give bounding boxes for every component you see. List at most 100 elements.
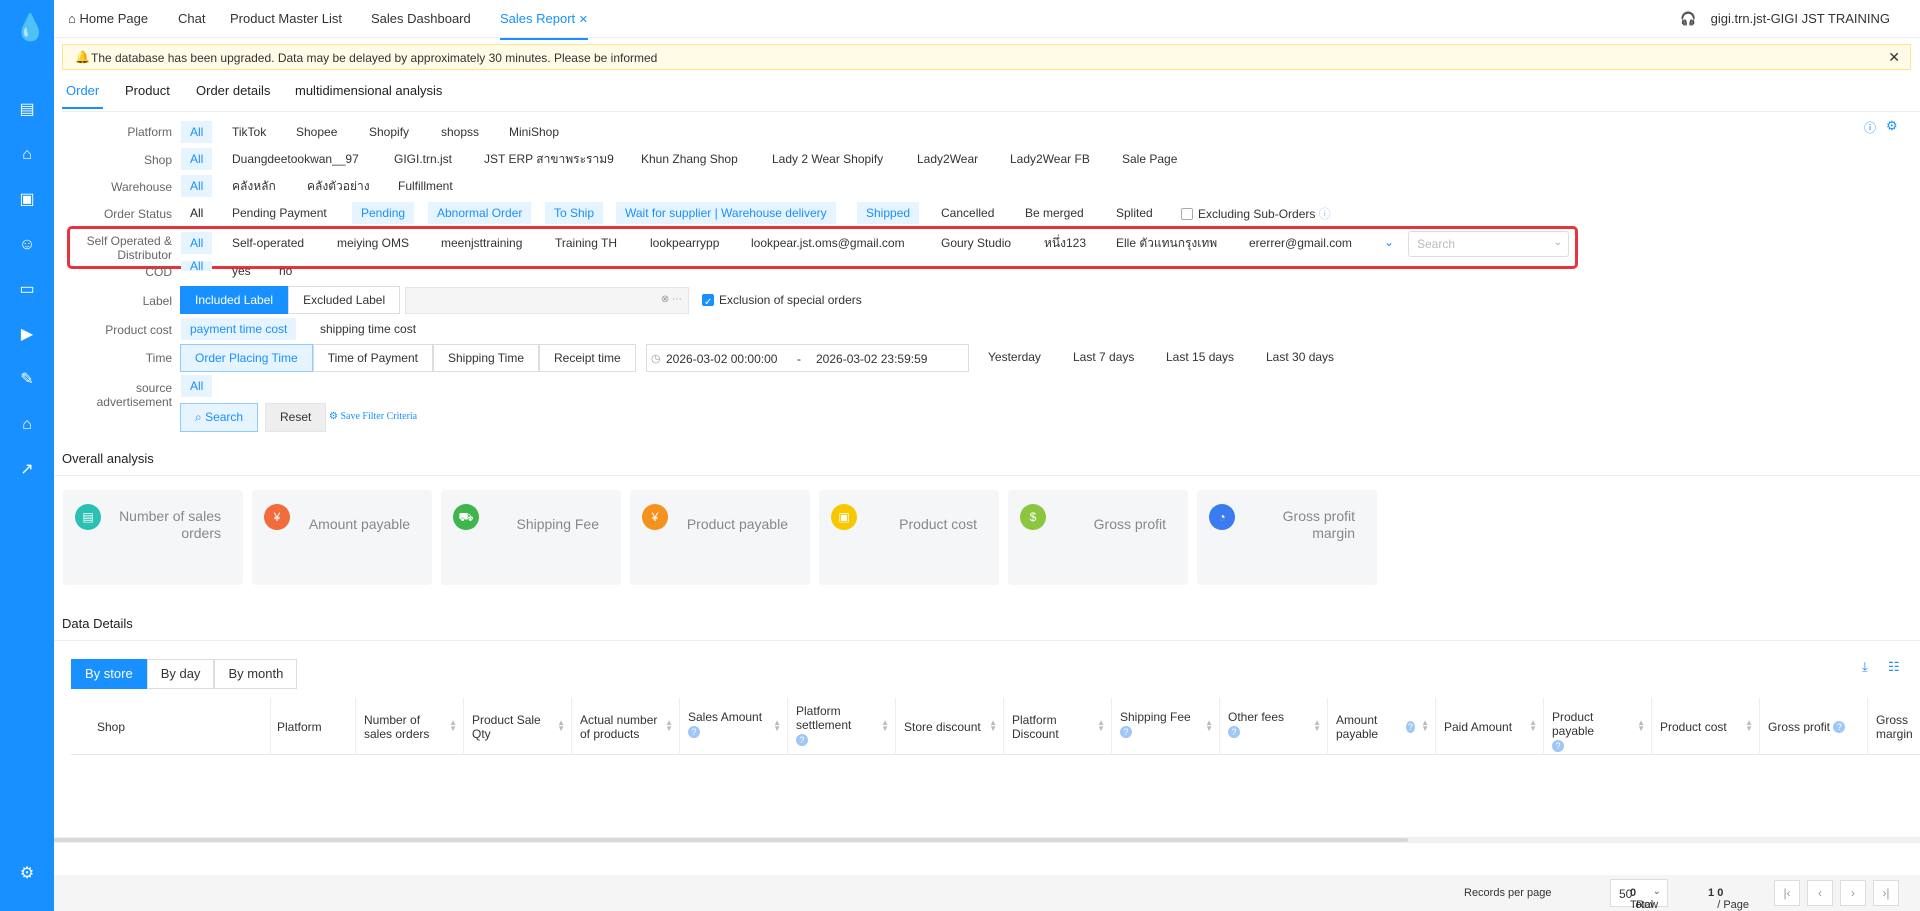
cod-all[interactable]: All — [181, 261, 213, 271]
status-pending[interactable]: Pending — [352, 202, 415, 224]
sort-icon[interactable]: ▲ ▼ — [449, 719, 457, 733]
exclusion-special-orders-checkbox[interactable]: Exclusion of special orders — [693, 289, 871, 314]
home-icon[interactable]: ⌂ — [17, 145, 37, 165]
column-shop[interactable]: Shop — [71, 698, 271, 755]
shipping-time-button[interactable]: Shipping Time — [432, 344, 540, 372]
view-by-month[interactable]: By month — [214, 659, 298, 689]
column-number-of-sales-orders[interactable]: Number of sales orders ▲ ▼ — [356, 698, 464, 755]
download-icon[interactable]: ⤓ — [1862, 659, 1868, 675]
headset-icon[interactable]: 🎧 — [1680, 11, 1696, 26]
sort-icon[interactable]: ▲ ▼ — [1529, 719, 1537, 733]
subtab-product[interactable]: Product — [125, 83, 170, 98]
view-by-store[interactable]: By store — [71, 659, 147, 689]
bag-icon[interactable]: ▣ — [17, 190, 37, 210]
shop-option[interactable]: JST ERP สาขาพระราม9 — [475, 148, 623, 170]
tab-sales-report[interactable]: Sales Report ✕ — [500, 11, 588, 40]
user-menu[interactable]: 🎧 gigi.trn.jst-GIGI JST TRAINING — [1680, 11, 1890, 27]
column-other-fees[interactable]: Other fees? ▲ ▼ — [1220, 698, 1328, 755]
sort-icon[interactable]: ▲ ▼ — [1421, 719, 1429, 733]
close-tab-icon[interactable]: ✕ — [579, 14, 588, 26]
status-shipped[interactable]: Shipped — [857, 202, 920, 224]
warehouse-option[interactable]: Fulfillment — [389, 175, 462, 197]
tab-sales-dashboard[interactable]: Sales Dashboard — [371, 11, 471, 26]
view-by-day[interactable]: By day — [146, 659, 215, 689]
subtab-order-details[interactable]: Order details — [196, 83, 270, 98]
gear-icon[interactable]: ⚙ — [17, 864, 37, 884]
water-drop-icon[interactable]: 💧 — [14, 12, 46, 42]
settings-icon[interactable]: ⚙ — [1886, 118, 1898, 134]
sort-icon[interactable]: ▲ ▼ — [1313, 719, 1321, 733]
search-button[interactable]: ⌕ Search — [180, 403, 259, 432]
store-icon[interactable]: ⌂ — [17, 415, 37, 435]
platform-minishop[interactable]: MiniShop — [500, 121, 568, 143]
sort-icon[interactable]: ▲ ▼ — [1637, 719, 1645, 733]
source-all[interactable]: All — [181, 375, 213, 397]
column-product-payable[interactable]: Product payable? ▲ ▼ — [1544, 698, 1652, 755]
sort-icon[interactable]: ▲ ▼ — [557, 719, 565, 733]
warehouse-all[interactable]: All — [181, 175, 213, 197]
label-select-input[interactable]: ⊗ ⋯ — [405, 287, 689, 314]
subtab-multidimensional-analysis[interactable]: multidimensional analysis — [295, 83, 442, 98]
sort-icon[interactable]: ▲ ▼ — [1205, 719, 1213, 733]
end-date[interactable]: 2026-03-02 23:59:59 — [816, 352, 927, 366]
document-icon[interactable]: ▤ — [17, 100, 37, 120]
column-actual-number-of-products[interactable]: Actual number of products ▲ ▼ — [572, 698, 680, 755]
date-range-picker[interactable]: ◷ 2026-03-02 00:00:00 - 2026-03-02 23:59… — [646, 344, 969, 372]
column-amount-payable[interactable]: Amount payable ? ▲ ▼ — [1328, 698, 1436, 755]
column-platform-settlement[interactable]: Platform settlement? ▲ ▼ — [788, 698, 896, 755]
column-settings-icon[interactable]: ☷ — [1888, 659, 1900, 675]
cod-yes[interactable]: yes — [223, 262, 260, 284]
platform-shopify[interactable]: Shopify — [360, 121, 418, 143]
first-page-button[interactable]: |‹ — [1774, 880, 1800, 906]
column-product-sale-qty[interactable]: Product Sale Qty ▲ ▼ — [464, 698, 572, 755]
help-icon[interactable]: ⓘ — [1864, 119, 1876, 136]
shop-option[interactable]: Lady2Wear — [908, 148, 987, 170]
platform-shopss[interactable]: shopss — [432, 121, 488, 143]
excluded-label-button[interactable]: Excluded Label — [288, 286, 401, 314]
included-label-button[interactable]: Included Label — [180, 286, 289, 314]
status-to-ship[interactable]: To Ship — [545, 202, 604, 224]
status-splited[interactable]: Splited — [1107, 202, 1162, 224]
horizontal-scrollbar[interactable] — [54, 837, 1920, 843]
tab-product-master-list[interactable]: Product Master List — [230, 11, 342, 26]
receipt-time-button[interactable]: Receipt time — [539, 344, 636, 372]
shop-option[interactable]: GIGI.trn.jst — [385, 148, 461, 170]
start-date[interactable]: 2026-03-02 00:00:00 — [666, 352, 777, 366]
close-icon[interactable]: ✕ — [1888, 49, 1900, 66]
clear-icon[interactable]: ⊗ ⋯ — [661, 294, 682, 305]
shop-all[interactable]: All — [181, 148, 213, 170]
last-page-button[interactable]: ›| — [1873, 880, 1899, 906]
status-wait-for-supplier[interactable]: Wait for supplier | Warehouse delivery — [616, 202, 836, 224]
card-icon[interactable]: ▭ — [17, 280, 37, 300]
status-pending-payment[interactable]: Pending Payment — [223, 202, 336, 224]
order-placing-time-button[interactable]: Order Placing Time — [180, 344, 313, 372]
column-sales-amount[interactable]: Sales Amount? ▲ ▼ — [680, 698, 788, 755]
column-shipping-fee[interactable]: Shipping Fee? ▲ ▼ — [1112, 698, 1220, 755]
column-gross-profit[interactable]: Gross profit ? — [1760, 698, 1868, 755]
platform-all[interactable]: All — [181, 121, 213, 143]
status-abnormal-order[interactable]: Abnormal Order — [428, 202, 532, 224]
status-cancelled[interactable]: Cancelled — [932, 202, 1003, 224]
save-filter-criteria-link[interactable]: ⚙ Save Filter Criteria — [329, 411, 417, 422]
quick-last-7-days[interactable]: Last 7 days — [1064, 346, 1143, 368]
sort-icon[interactable]: ▲ ▼ — [881, 719, 889, 733]
next-page-button[interactable]: › — [1840, 880, 1866, 906]
quick-yesterday[interactable]: Yesterday — [979, 346, 1050, 368]
shop-option[interactable]: Lady 2 Wear Shopify — [763, 148, 892, 170]
platform-shopee[interactable]: Shopee — [287, 121, 346, 143]
sort-icon[interactable]: ▲ ▼ — [665, 719, 673, 733]
warehouse-option[interactable]: คลังหลัก — [223, 175, 285, 197]
platform-tiktok[interactable]: TikTok — [223, 121, 275, 143]
prev-page-button[interactable]: ‹ — [1807, 880, 1833, 906]
shop-option[interactable]: Duangdeetookwan__97 — [223, 148, 368, 170]
subtab-order[interactable]: Order — [61, 83, 104, 109]
shipping-time-cost[interactable]: shipping time cost — [311, 318, 425, 340]
tab-home-page[interactable]: ⌂ Home Page — [68, 11, 148, 26]
column-platform[interactable]: Platform — [271, 698, 356, 755]
sort-icon[interactable]: ▲ ▼ — [989, 719, 997, 733]
column-gross-margin[interactable]: Gross margin — [1868, 698, 1920, 755]
sort-icon[interactable]: ▲ ▼ — [1745, 719, 1753, 733]
time-of-payment-button[interactable]: Time of Payment — [312, 344, 433, 372]
column-platform-discount[interactable]: Platform Discount ▲ ▼ — [1004, 698, 1112, 755]
column-product-cost[interactable]: Product cost ▲ ▼ — [1652, 698, 1760, 755]
